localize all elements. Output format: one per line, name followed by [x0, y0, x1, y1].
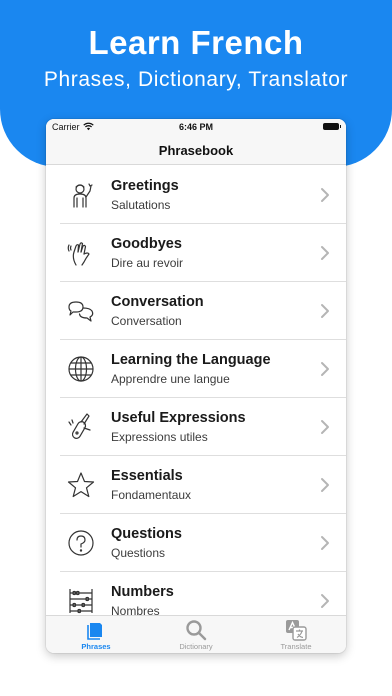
list-item-title: Goodbyes	[111, 236, 182, 252]
category-list[interactable]: Greetings Salutations Goodbyes Dire au r…	[46, 166, 346, 615]
phone-screen: Carrier 6:46 PM Phrasebook Greetings Sal…	[46, 119, 346, 653]
list-item-subtitle: Expressions utiles	[111, 430, 208, 444]
chevron-right-icon	[321, 362, 329, 376]
status-time: 6:46 PM	[178, 122, 213, 132]
question-circle-icon	[66, 528, 96, 558]
list-item-subtitle: Conversation	[111, 314, 182, 328]
translate-icon	[285, 619, 307, 641]
magnifier-icon	[185, 619, 207, 641]
list-item-title: Useful Expressions	[111, 410, 246, 426]
list-item-essentials[interactable]: Essentials Fondamentaux	[46, 456, 346, 514]
status-bar: Carrier 6:46 PM	[46, 119, 346, 135]
battery-icon	[323, 123, 341, 130]
star-icon	[66, 470, 96, 500]
promo-subtitle: Phrases, Dictionary, Translator	[43, 68, 349, 91]
tab-label: Dictionary	[179, 642, 213, 651]
list-item-title: Essentials	[111, 468, 183, 484]
chevron-right-icon	[321, 188, 329, 202]
list-item-title: Learning the Language	[111, 352, 271, 368]
tab-phrases[interactable]: Phrases	[46, 616, 146, 653]
list-item-subtitle: Dire au revoir	[111, 256, 184, 270]
list-item-title: Numbers	[111, 584, 174, 600]
app-screenshot: Learn French Phrases, Dictionary, Transl…	[0, 0, 392, 696]
list-item-numbers[interactable]: Numbers Nombres	[46, 572, 346, 615]
list-item-useful-expressions[interactable]: Useful Expressions Expressions utiles	[46, 398, 346, 456]
chevron-right-icon	[321, 594, 329, 608]
list-item-title: Greetings	[111, 178, 179, 194]
list-item-title: Conversation	[111, 294, 204, 310]
list-item-subtitle: Questions	[111, 546, 166, 560]
list-item-conversation[interactable]: Conversation Conversation	[46, 282, 346, 340]
tab-label: Translate	[280, 642, 312, 651]
list-item-subtitle: Apprendre une langue	[111, 372, 230, 386]
list-item-subtitle: Fondamentaux	[111, 488, 192, 502]
tab-label: Phrases	[81, 642, 111, 651]
chevron-right-icon	[321, 246, 329, 260]
list-item-questions[interactable]: Questions Questions	[46, 514, 346, 572]
waving-hand-icon	[66, 238, 96, 268]
page-title: Phrasebook	[158, 143, 234, 158]
globe-icon	[66, 354, 96, 384]
chevron-right-icon	[321, 304, 329, 318]
tab-dictionary[interactable]: Dictionary	[146, 616, 246, 653]
chevron-right-icon	[321, 536, 329, 550]
navigation-bar: Phrasebook	[46, 135, 346, 165]
list-item-greetings[interactable]: Greetings Salutations	[46, 166, 346, 224]
phrases-icon	[85, 619, 107, 641]
list-item-subtitle: Salutations	[111, 198, 171, 212]
list-item-learning-the-language[interactable]: Learning the Language Apprendre une lang…	[46, 340, 346, 398]
tab-bar: Phrases Dictionary Translate	[46, 615, 346, 653]
chevron-right-icon	[321, 478, 329, 492]
swiss-knife-icon	[66, 412, 96, 442]
chevron-right-icon	[321, 420, 329, 434]
abacus-icon	[66, 586, 96, 615]
list-item-title: Questions	[111, 526, 182, 542]
speech-bubbles-icon	[66, 296, 96, 326]
tab-translate[interactable]: Translate	[246, 616, 346, 653]
promo-title: Learn French	[88, 24, 304, 61]
list-item-goodbyes[interactable]: Goodbyes Dire au revoir	[46, 224, 346, 282]
waving-person-icon	[66, 180, 96, 210]
list-item-subtitle: Nombres	[111, 604, 160, 615]
